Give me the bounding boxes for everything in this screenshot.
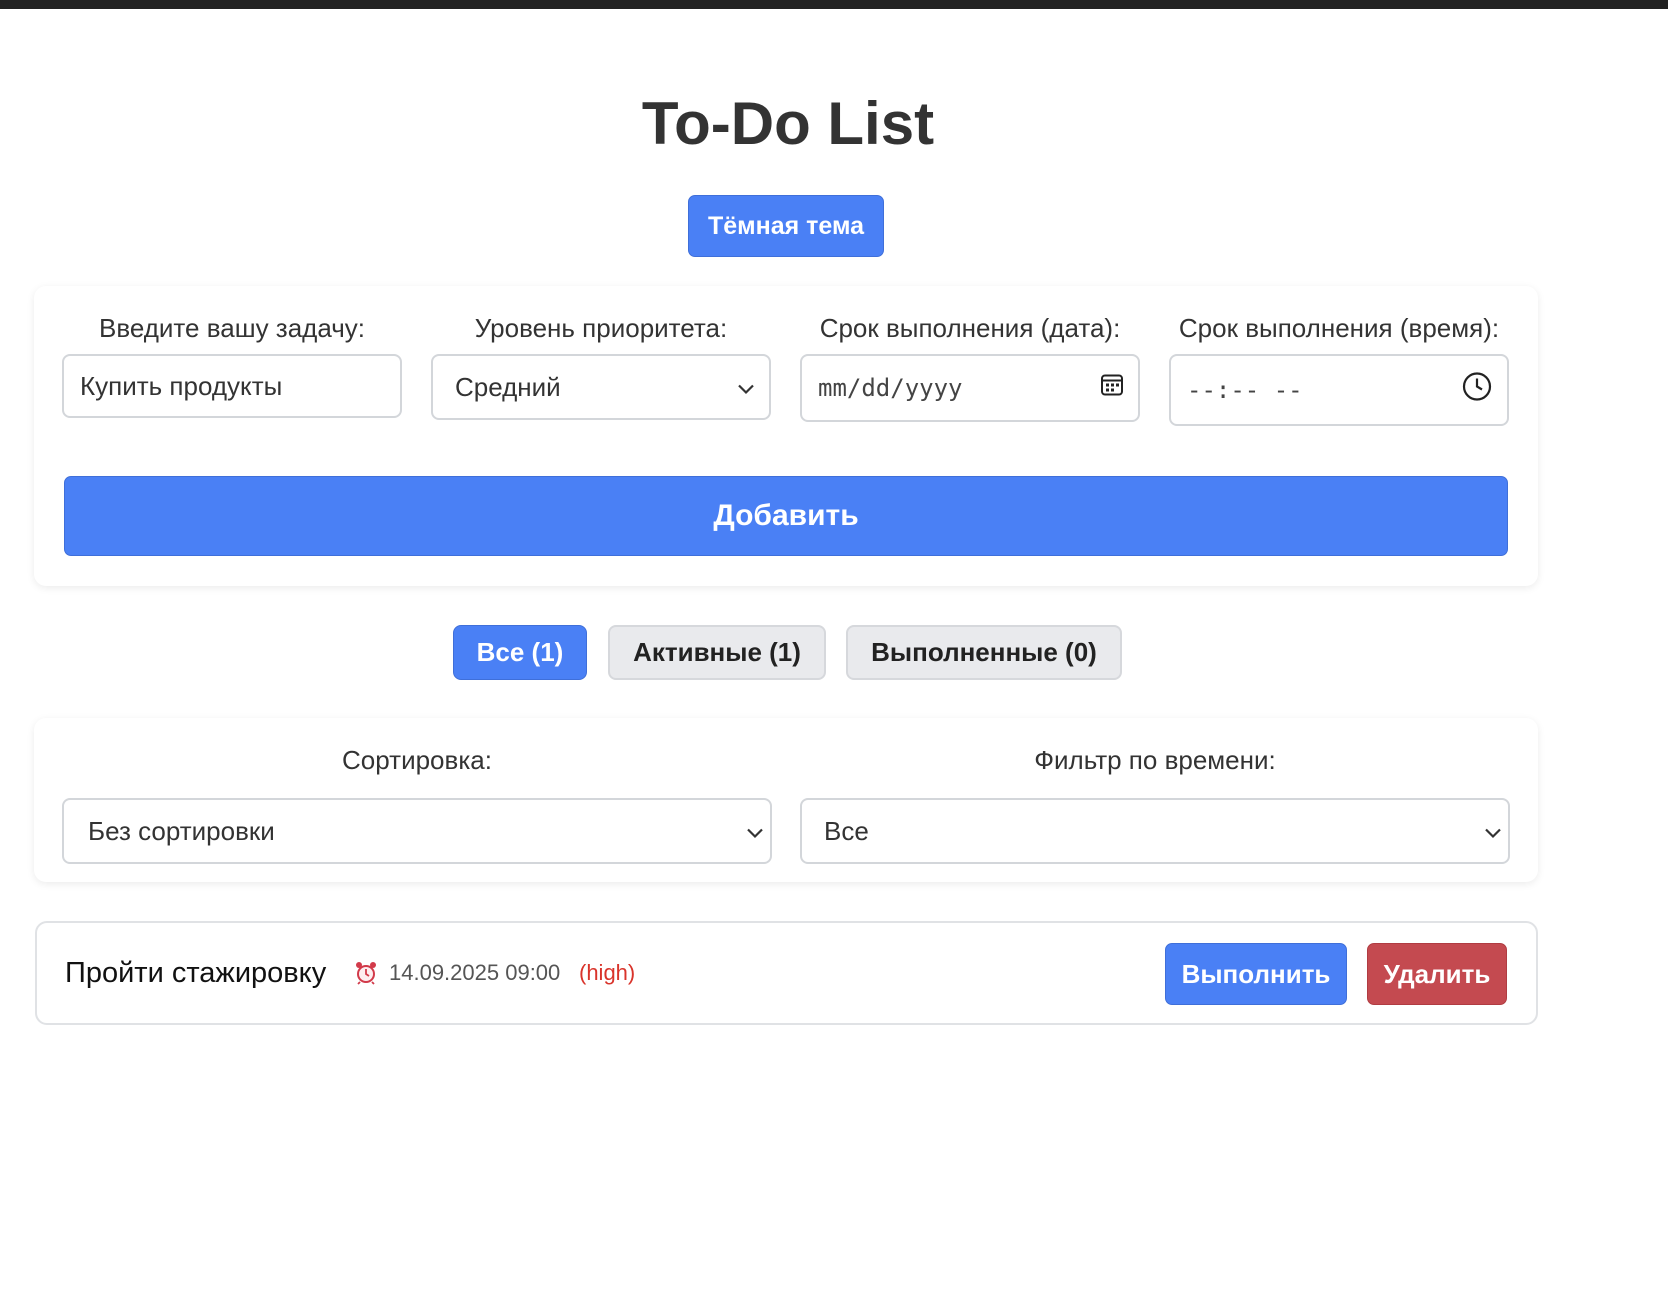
priority-label: Уровень приоритета:: [474, 313, 728, 343]
time-input-placeholder: --:-- --: [1187, 376, 1303, 404]
theme-toggle-button[interactable]: Тёмная тема: [688, 195, 884, 257]
task-due: 14.09.2025 09:00: [355, 923, 560, 1023]
priority-field: Уровень приоритета:: [431, 308, 771, 348]
time-filter-field: Фильтр по времени:: [800, 740, 1510, 780]
task-title: Пройти стажировку: [65, 956, 327, 989]
task-label: Введите вашу задачу:: [98, 313, 366, 343]
sort-select-value: Без сортировки: [88, 815, 275, 846]
task-input-value: Купить продукты: [80, 370, 283, 401]
task-field: Введите вашу задачу:: [62, 308, 402, 348]
task-form: Введите вашу задачу: Купить продукты Уро…: [34, 286, 1538, 586]
priority-select[interactable]: Средний: [431, 354, 771, 420]
tab-active[interactable]: Активные (1): [608, 625, 826, 680]
task-input[interactable]: Купить продукты: [62, 354, 402, 418]
chevron-down-icon: [1484, 816, 1502, 847]
sort-select[interactable]: Без сортировки: [62, 798, 772, 864]
browser-top-bar: [0, 0, 1668, 9]
alarm-clock-icon: [355, 961, 377, 985]
tab-completed[interactable]: Выполненные (0): [846, 625, 1122, 680]
chevron-down-icon: [737, 372, 755, 403]
task-priority: (high): [579, 960, 636, 985]
time-filter-select[interactable]: Все: [800, 798, 1510, 864]
time-filter-select-value: Все: [824, 815, 869, 846]
task-due-text: 14.09.2025 09:00: [389, 960, 561, 985]
priority-select-value: Средний: [455, 371, 561, 402]
calendar-icon[interactable]: [1100, 373, 1124, 404]
sort-filter-panel: Сортировка: Без сортировки Фильтр по вре…: [34, 718, 1538, 882]
sort-label: Сортировка:: [342, 745, 492, 775]
date-input[interactable]: mm/dd/yyyy: [800, 354, 1140, 422]
chevron-down-icon: [746, 816, 764, 847]
clock-icon[interactable]: [1461, 371, 1493, 410]
task-item: Пройти стажировку 14.09.2025 09:00 (high…: [35, 921, 1538, 1025]
add-task-button[interactable]: Добавить: [64, 476, 1508, 556]
complete-task-button[interactable]: Выполнить: [1165, 943, 1347, 1005]
time-input[interactable]: --:-- --: [1169, 354, 1509, 426]
date-input-placeholder: mm/dd/yyyy: [818, 374, 963, 402]
time-field: Срок выполнения (время):: [1169, 308, 1509, 348]
date-label: Срок выполнения (дата):: [819, 313, 1121, 343]
page-title: To-Do List: [641, 90, 935, 157]
tab-all[interactable]: Все (1): [453, 625, 587, 680]
date-field: Срок выполнения (дата):: [800, 308, 1140, 348]
time-label: Срок выполнения (время):: [1178, 313, 1500, 343]
delete-task-button[interactable]: Удалить: [1367, 943, 1507, 1005]
sort-field: Сортировка:: [62, 740, 772, 780]
time-filter-label: Фильтр по времени:: [1034, 745, 1276, 775]
